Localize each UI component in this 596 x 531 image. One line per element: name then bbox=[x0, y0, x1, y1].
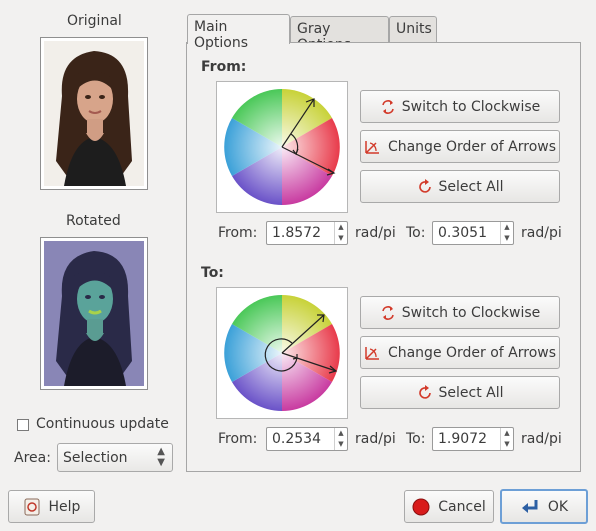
from-switch-clockwise-button[interactable]: Switch to Clockwise bbox=[360, 90, 560, 123]
tab-main-options[interactable]: Main Options bbox=[187, 14, 290, 51]
to-range-from-value: 0.2534 bbox=[272, 431, 321, 447]
from-hue-wheel-graphic bbox=[224, 89, 340, 205]
area-select-value: Selection bbox=[63, 450, 128, 466]
from-range-to-label: To: bbox=[406, 225, 426, 241]
ok-label: OK bbox=[547, 498, 569, 515]
cancel-label: Cancel bbox=[438, 498, 486, 515]
to-range-from-label: From: bbox=[218, 431, 258, 447]
from-range-from-value: 1.8572 bbox=[272, 225, 321, 241]
to-change-order-button[interactable]: Change Order of Arrows bbox=[360, 336, 560, 369]
continuous-update-label[interactable]: Continuous update bbox=[36, 416, 169, 432]
from-change-order-label: Change Order of Arrows bbox=[387, 138, 557, 155]
to-range-to-value: 1.9072 bbox=[438, 431, 487, 447]
from-range-from-unit: rad/pi bbox=[355, 225, 396, 241]
help-button[interactable]: Help bbox=[8, 490, 95, 523]
to-change-order-label: Change Order of Arrows bbox=[387, 344, 557, 361]
rotate-icon bbox=[381, 305, 394, 320]
from-range-from-label: From: bbox=[218, 225, 258, 241]
refresh-icon bbox=[418, 178, 431, 193]
cancel-button[interactable]: Cancel bbox=[404, 490, 494, 523]
spinner-arrows-icon[interactable]: ▲ ▼ bbox=[500, 428, 513, 450]
rotated-preview bbox=[40, 237, 148, 390]
to-range-to-spinner[interactable]: 1.9072 ▲ ▼ bbox=[432, 427, 514, 451]
tab-gray-options[interactable]: Gray Options bbox=[290, 16, 389, 53]
from-switch-clockwise-label: Switch to Clockwise bbox=[401, 98, 541, 115]
from-change-order-button[interactable]: Change Order of Arrows bbox=[360, 130, 560, 163]
area-select[interactable]: Selection ▲ ▼ bbox=[57, 443, 173, 472]
from-range-to-unit: rad/pi bbox=[521, 225, 562, 241]
to-switch-clockwise-button[interactable]: Switch to Clockwise bbox=[360, 296, 560, 329]
to-select-all-label: Select All bbox=[438, 384, 504, 401]
continuous-update-checkbox[interactable] bbox=[17, 419, 29, 431]
to-switch-clockwise-label: Switch to Clockwise bbox=[401, 304, 541, 321]
to-select-all-button[interactable]: Select All bbox=[360, 376, 560, 409]
refresh-icon bbox=[418, 384, 431, 399]
to-range-from-unit: rad/pi bbox=[355, 431, 396, 447]
return-arrow-icon bbox=[521, 499, 538, 513]
area-label: Area: bbox=[14, 450, 51, 466]
order-arrows-icon bbox=[365, 346, 379, 360]
original-portrait-image bbox=[44, 41, 144, 186]
tab-units[interactable]: Units bbox=[389, 16, 437, 43]
from-range-from-spinner[interactable]: 1.8572 ▲ ▼ bbox=[266, 221, 348, 245]
rotated-label: Rotated bbox=[66, 213, 121, 229]
to-section-title: To: bbox=[201, 265, 224, 281]
help-label: Help bbox=[48, 498, 81, 515]
original-preview bbox=[40, 37, 148, 190]
from-select-all-button[interactable]: Select All bbox=[360, 170, 560, 203]
order-arrows-icon bbox=[365, 140, 379, 154]
to-color-wheel[interactable] bbox=[216, 287, 348, 419]
spinner-arrows-icon[interactable]: ▲ ▼ bbox=[334, 222, 347, 244]
spinner-arrows-icon[interactable]: ▲ ▼ bbox=[500, 222, 513, 244]
from-range-to-spinner[interactable]: 0.3051 ▲ ▼ bbox=[432, 221, 514, 245]
from-select-all-label: Select All bbox=[438, 178, 504, 195]
chevron-updown-icon: ▲ ▼ bbox=[157, 446, 165, 468]
to-range-to-label: To: bbox=[406, 431, 426, 447]
from-section-title: From: bbox=[201, 59, 247, 75]
from-color-wheel[interactable] bbox=[216, 81, 348, 213]
spinner-arrows-icon[interactable]: ▲ ▼ bbox=[334, 428, 347, 450]
to-range-to-unit: rad/pi bbox=[521, 431, 562, 447]
from-range-to-value: 0.3051 bbox=[438, 225, 487, 241]
rotated-portrait-image bbox=[44, 241, 144, 386]
to-hue-wheel-graphic bbox=[224, 295, 340, 411]
rotate-icon bbox=[381, 99, 394, 114]
stop-icon bbox=[412, 498, 430, 515]
to-range-from-spinner[interactable]: 0.2534 ▲ ▼ bbox=[266, 427, 348, 451]
original-label: Original bbox=[67, 13, 122, 29]
help-icon bbox=[24, 498, 40, 515]
ok-button[interactable]: OK bbox=[500, 489, 588, 524]
